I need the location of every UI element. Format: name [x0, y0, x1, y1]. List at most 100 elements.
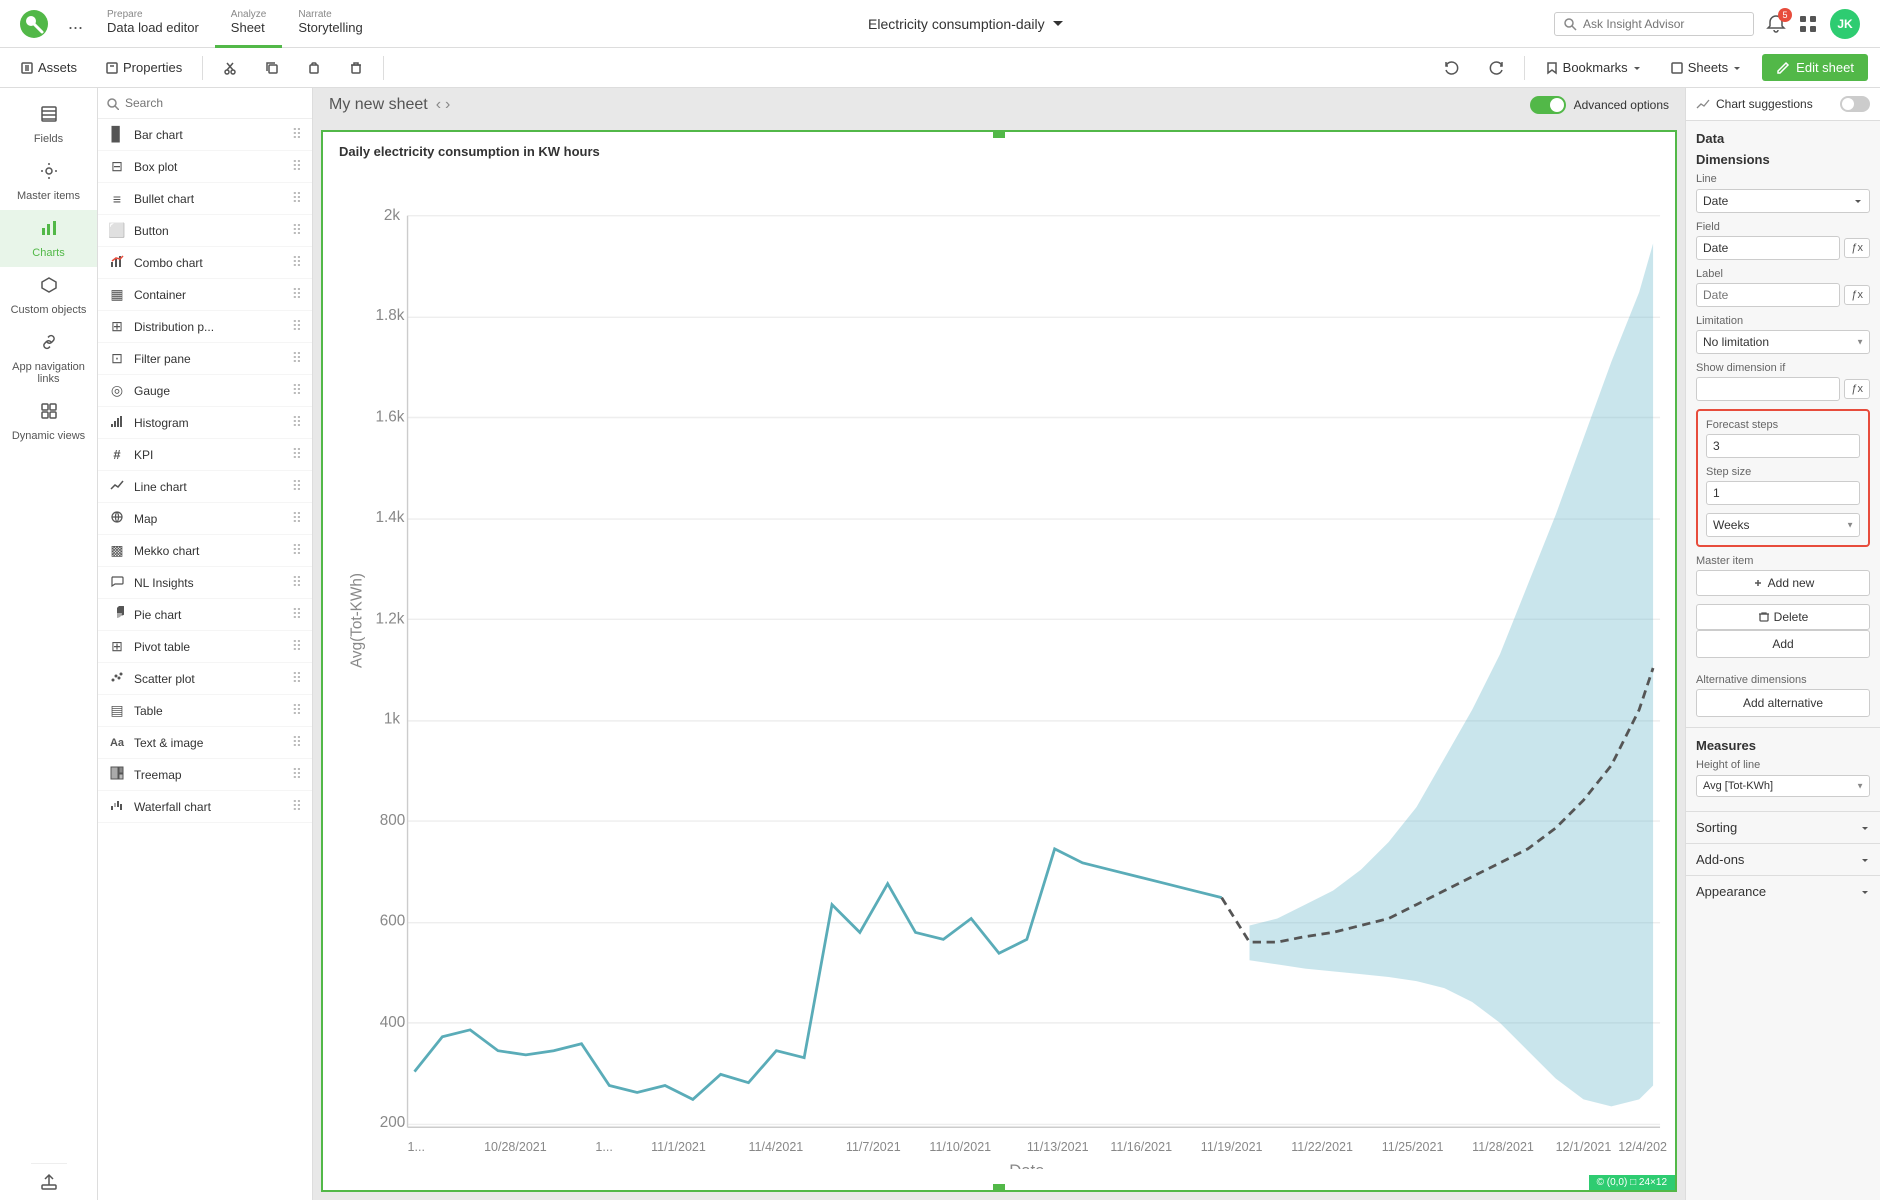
show-dimension-fx-button[interactable]: ƒx — [1844, 379, 1870, 399]
chart-item-table[interactable]: ▤Table ⠿ — [98, 695, 312, 727]
weeks-select[interactable]: Weeks Days Months — [1706, 513, 1860, 537]
chart-item-gauge[interactable]: ◎Gauge ⠿ — [98, 375, 312, 407]
delete-button[interactable] — [341, 57, 371, 79]
appearance-section[interactable]: Appearance — [1686, 875, 1880, 907]
chart-suggestions-toggle-switch[interactable] — [1840, 96, 1870, 112]
chart-bottom-handle[interactable] — [993, 1184, 1005, 1190]
svg-text:12/4/2021: 12/4/2021 — [1618, 1140, 1667, 1154]
nav-narrate[interactable]: Narrate Storytelling — [282, 0, 378, 48]
svg-text:2k: 2k — [384, 207, 401, 224]
alt-dimensions-label: Alternative dimensions — [1696, 674, 1870, 686]
svg-text:1...: 1... — [595, 1140, 612, 1154]
field-input[interactable] — [1696, 236, 1840, 260]
chart-item-bullet[interactable]: ≡Bullet chart ⠿ — [98, 183, 312, 215]
charts-panel: ▊Bar chart ⠿ ⊟Box plot ⠿ ≡Bullet chart ⠿… — [98, 88, 313, 1200]
nav-more-dots[interactable]: ... — [60, 13, 91, 34]
advanced-options-switch[interactable] — [1530, 96, 1566, 114]
properties-button[interactable]: Properties — [97, 56, 190, 79]
chart-item-button[interactable]: ⬜Button ⠿ — [98, 215, 312, 247]
user-avatar[interactable]: JK — [1830, 9, 1860, 39]
sidebar-item-charts[interactable]: Charts — [0, 210, 97, 267]
limitation-select[interactable]: No limitation — [1696, 330, 1870, 354]
charts-search-input[interactable] — [125, 96, 304, 110]
cut-button[interactable] — [215, 57, 245, 79]
chart-item-map[interactable]: Map ⠿ — [98, 503, 312, 535]
addons-section[interactable]: Add-ons — [1686, 843, 1880, 875]
nav-analyze[interactable]: Analyze Sheet — [215, 0, 283, 48]
paste-button[interactable] — [299, 57, 329, 79]
qlik-logo[interactable] — [8, 10, 60, 38]
nav-prepare[interactable]: Prepare Data load editor — [91, 0, 215, 48]
sidebar-item-fields[interactable]: Fields — [0, 96, 97, 153]
measure-select[interactable]: Avg [Tot-KWh] — [1696, 775, 1870, 797]
chart-item-text-image[interactable]: AaText & image ⠿ — [98, 727, 312, 759]
svg-text:11/25/2021: 11/25/2021 — [1382, 1140, 1444, 1154]
dimension-row: Date — [1696, 189, 1870, 213]
chart-item-scatter[interactable]: Scatter plot ⠿ — [98, 663, 312, 695]
svg-text:1k: 1k — [384, 711, 401, 728]
chart-item-pie[interactable]: Pie chart ⠿ — [98, 599, 312, 631]
chart-item-kpi[interactable]: #KPI ⠿ — [98, 439, 312, 471]
chart-top-handle[interactable] — [993, 132, 1005, 138]
chart-item-container[interactable]: ▦Container ⠿ — [98, 279, 312, 311]
chart-item-mekko[interactable]: ▩Mekko chart ⠿ — [98, 535, 312, 567]
sidebar-item-master-items[interactable]: Master items — [0, 153, 97, 210]
charts-label: Charts — [32, 247, 64, 259]
insight-advisor-input[interactable] — [1583, 17, 1723, 31]
label-input[interactable] — [1696, 283, 1840, 307]
master-items-label: Master items — [17, 190, 80, 202]
svg-text:1.4k: 1.4k — [376, 509, 405, 526]
add-alternative-button[interactable]: Add alternative — [1696, 689, 1870, 717]
content-area: My new sheet ‹ › Advanced options Daily … — [313, 88, 1685, 1200]
custom-objects-icon — [39, 275, 59, 300]
svg-text:11/7/2021: 11/7/2021 — [846, 1140, 901, 1154]
sheets-button[interactable]: Sheets — [1662, 56, 1750, 79]
sheet-title: My new sheet — [329, 96, 428, 114]
nav-right: 5 JK — [1554, 9, 1872, 39]
add-dimension-button[interactable]: Add — [1696, 630, 1870, 658]
chart-item-filter[interactable]: ⊡Filter pane ⠿ — [98, 343, 312, 375]
prev-sheet-button[interactable]: ‹ — [436, 96, 441, 114]
svg-text:800: 800 — [380, 812, 406, 829]
chart-item-bar[interactable]: ▊Bar chart ⠿ — [98, 119, 312, 151]
chart-item-treemap[interactable]: Treemap ⠿ — [98, 759, 312, 791]
chart-item-line[interactable]: Line chart ⠿ — [98, 471, 312, 503]
right-panel: Chart suggestions Data Dimensions Line D… — [1685, 88, 1880, 1200]
step-size-input[interactable] — [1706, 481, 1860, 505]
label-fx-button[interactable]: ƒx — [1844, 285, 1870, 305]
chart-item-boxplot[interactable]: ⊟Box plot ⠿ — [98, 151, 312, 183]
field-label: Field — [1696, 221, 1870, 233]
next-sheet-button[interactable]: › — [445, 96, 450, 114]
field-fx-button[interactable]: ƒx — [1844, 238, 1870, 258]
chart-item-waterfall[interactable]: Waterfall chart ⠿ — [98, 791, 312, 823]
sidebar-item-app-nav-links[interactable]: App navigation links — [0, 324, 97, 393]
edit-sheet-button[interactable]: Edit sheet — [1762, 54, 1868, 81]
advanced-options-toggle[interactable]: Advanced options — [1530, 96, 1669, 114]
chart-svg-wrapper: 2k 1.8k 1.6k 1.4k 1.2k 1k 800 600 400 20… — [323, 159, 1675, 1177]
app-title[interactable]: Electricity consumption-daily — [379, 16, 1554, 32]
chart-item-histogram[interactable]: Histogram ⠿ — [98, 407, 312, 439]
chart-item-distribution[interactable]: ⊞Distribution p... ⠿ — [98, 311, 312, 343]
show-dimension-input[interactable] — [1696, 377, 1840, 401]
insight-advisor-search[interactable] — [1554, 12, 1754, 36]
sidebar-item-custom-objects[interactable]: Custom objects — [0, 267, 97, 324]
undo-button[interactable] — [1436, 56, 1468, 80]
delete-dimension-button[interactable]: Delete — [1696, 604, 1870, 630]
sorting-section[interactable]: Sorting — [1686, 811, 1880, 843]
copy-button[interactable] — [257, 57, 287, 79]
chart-item-combo[interactable]: Combo chart ⠿ — [98, 247, 312, 279]
notifications-icon[interactable]: 5 — [1766, 14, 1786, 34]
apps-grid-icon[interactable] — [1798, 14, 1818, 34]
add-new-master-item-button[interactable]: Add new — [1696, 570, 1870, 596]
show-dimension-label: Show dimension if — [1696, 362, 1870, 374]
forecast-steps-input[interactable] — [1706, 434, 1860, 458]
assets-button[interactable]: Assets — [12, 56, 85, 79]
master-item-label: Master item — [1696, 555, 1870, 567]
chart-item-pivot[interactable]: ⊞Pivot table ⠿ — [98, 631, 312, 663]
bookmarks-button[interactable]: Bookmarks — [1537, 56, 1650, 79]
sidebar-item-dynamic-views[interactable]: Dynamic views — [0, 393, 97, 450]
app-nav-links-icon — [39, 332, 59, 357]
redo-button[interactable] — [1480, 56, 1512, 80]
dimension-select[interactable]: Date — [1696, 189, 1870, 213]
chart-item-nl-insights[interactable]: NL Insights ⠿ — [98, 567, 312, 599]
